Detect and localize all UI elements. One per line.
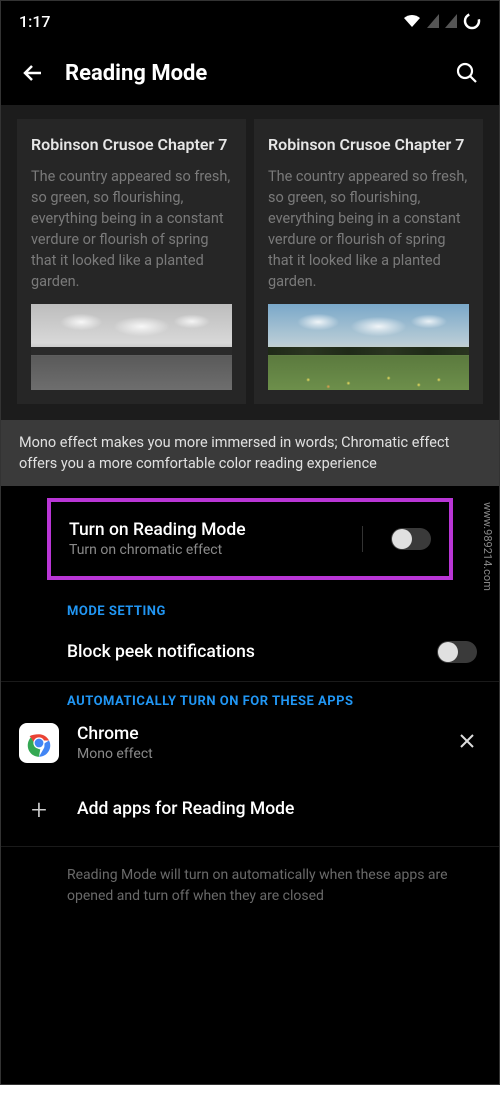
reading-mode-title: Turn on Reading Mode — [69, 520, 350, 540]
signal-bar-2-icon — [445, 14, 457, 28]
chrome-icon — [19, 723, 59, 763]
wifi-icon — [403, 14, 421, 28]
app-effect: Mono effect — [77, 746, 439, 762]
footer-note: Reading Mode will turn on automatically … — [1, 847, 499, 925]
search-button[interactable] — [455, 61, 479, 85]
preview-chromatic-title: Robinson Crusoe Chapter 7 — [268, 135, 469, 156]
preview-mono-image — [31, 304, 232, 390]
remove-app-button[interactable] — [457, 731, 477, 755]
back-arrow-icon — [21, 61, 45, 85]
status-icons — [403, 12, 481, 30]
reading-mode-toggle-row[interactable]: Turn on Reading Mode Turn on chromatic e… — [47, 498, 453, 580]
add-apps-label: Add apps for Reading Mode — [77, 799, 294, 819]
page-title: Reading Mode — [65, 61, 435, 86]
preview-chromatic-image — [268, 304, 469, 390]
preview-chromatic-body: The country appeared so fresh, so green,… — [268, 166, 469, 292]
signal-bar-1-icon — [427, 14, 439, 28]
app-row-chrome[interactable]: Chrome Mono effect — [1, 713, 499, 773]
effect-description: Mono effect makes you more immersed in w… — [1, 420, 499, 486]
reading-mode-switch[interactable] — [391, 528, 431, 550]
block-peek-row[interactable]: Block peek notifications — [1, 623, 499, 681]
preview-mono-title: Robinson Crusoe Chapter 7 — [31, 135, 232, 156]
close-icon — [457, 731, 477, 751]
block-peek-switch[interactable] — [437, 641, 477, 663]
preview-row: Robinson Crusoe Chapter 7 The country ap… — [1, 105, 499, 420]
preview-chromatic[interactable]: Robinson Crusoe Chapter 7 The country ap… — [254, 119, 483, 404]
preview-mono[interactable]: Robinson Crusoe Chapter 7 The country ap… — [17, 119, 246, 404]
watermark: www.989214.com — [481, 502, 494, 591]
status-bar: 1:17 — [1, 1, 499, 41]
loading-icon — [463, 12, 481, 30]
app-toolbar: Reading Mode — [1, 41, 499, 105]
preview-mono-body: The country appeared so fresh, so green,… — [31, 166, 232, 292]
plus-icon: + — [23, 793, 55, 826]
section-auto-apps: AUTOMATICALLY TURN ON FOR THESE APPS — [1, 682, 499, 713]
reading-mode-subtitle: Turn on chromatic effect — [69, 542, 350, 558]
block-peek-title: Block peek notifications — [67, 642, 425, 662]
clock: 1:17 — [19, 12, 51, 31]
add-apps-row[interactable]: + Add apps for Reading Mode — [1, 773, 499, 846]
section-mode-setting: MODE SETTING — [1, 592, 499, 623]
search-icon — [455, 61, 479, 85]
app-name: Chrome — [77, 724, 439, 744]
back-button[interactable] — [21, 61, 45, 85]
